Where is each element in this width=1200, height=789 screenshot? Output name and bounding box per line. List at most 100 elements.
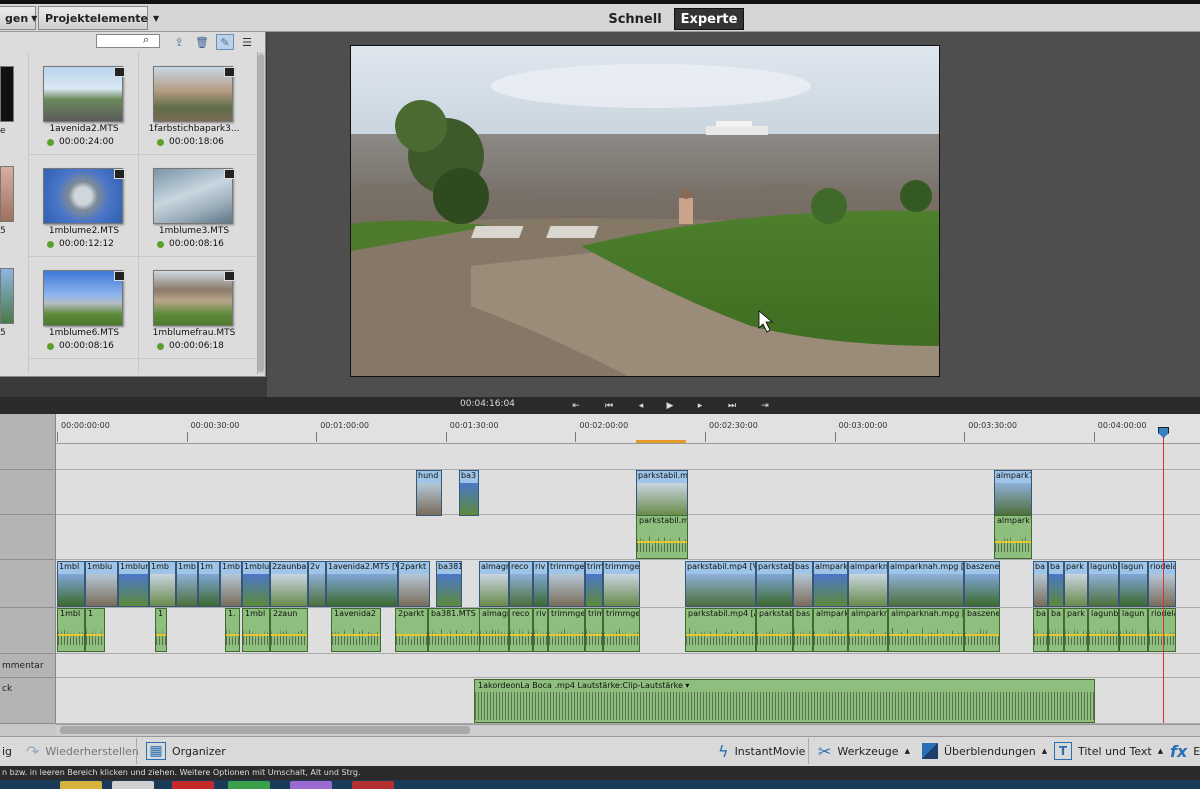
main-video-clip[interactable]: ba	[1033, 561, 1048, 607]
panel-options-icon[interactable]: ☰	[238, 34, 256, 50]
main-audio-clip[interactable]: 1	[85, 608, 105, 652]
main-audio-clip[interactable]: 1mbl	[57, 608, 85, 652]
panel-menu-dropdown[interactable]: gen ▼	[0, 6, 37, 30]
timeline-scrollbar-thumb[interactable]	[60, 726, 470, 734]
main-audio-clip[interactable]: almparkn	[848, 608, 888, 652]
main-video-clip[interactable]: baszene	[964, 561, 1000, 607]
effects-button[interactable]: fx E	[1170, 736, 1200, 766]
main-audio-clip[interactable]: ba	[1048, 608, 1064, 652]
titles-button[interactable]: T Titel und Text ▲	[1054, 736, 1163, 766]
main-audio-clip[interactable]: baszene	[964, 608, 1000, 652]
search-input[interactable]	[96, 34, 160, 48]
taskbar-app[interactable]	[172, 781, 214, 789]
taskbar-app[interactable]	[112, 781, 154, 789]
main-video-clip[interactable]: riodela	[1148, 561, 1176, 607]
main-audio-clip[interactable]: ba	[1033, 608, 1048, 652]
main-audio-clip[interactable]: 1	[155, 608, 167, 652]
asset-item[interactable]: 1mblume6.MTS 00:00:08:16	[29, 268, 139, 368]
organizer-button[interactable]: ▦ Organizer	[146, 736, 226, 766]
main-video-clip[interactable]: ba	[1048, 561, 1064, 607]
main-video-clip[interactable]: parkstabi	[756, 561, 793, 607]
main-audio-clip[interactable]: lagunb	[1088, 608, 1119, 652]
main-video-clip[interactable]: trimmger	[548, 561, 585, 607]
skip-to-start-icon[interactable]: ⏮	[601, 399, 617, 412]
overlay-video-clip[interactable]: almpark7...	[994, 470, 1032, 516]
main-audio-clip[interactable]: trimmger	[548, 608, 585, 652]
mode-expert-button[interactable]: Experte	[674, 8, 744, 30]
mode-quick-button[interactable]: Schnell	[600, 8, 670, 30]
video-preview[interactable]	[350, 45, 940, 377]
main-video-clip[interactable]: 1mb	[220, 561, 242, 607]
asset-item[interactable]: 1avenida2.MTS 00:00:24:00	[29, 64, 139, 164]
main-video-clip[interactable]: almparkn	[848, 561, 888, 607]
main-video-clip[interactable]: 1mb	[149, 561, 176, 607]
main-video-clip[interactable]: trim	[585, 561, 603, 607]
asset-item[interactable]: 1mblume3.MTS 00:00:08:16	[139, 166, 249, 266]
main-video-clip[interactable]: ba381	[436, 561, 462, 607]
main-audio-clip[interactable]: ba381.MTS [A]	[428, 608, 480, 652]
main-audio-clip[interactable]: riv	[533, 608, 548, 652]
main-video-clip[interactable]: 1m	[198, 561, 220, 607]
main-video-clip[interactable]: 2zaunba	[270, 561, 308, 607]
main-video-clip[interactable]: parkstabil.mp4 [V]	[685, 561, 756, 607]
track-header-comment[interactable]: mmentar	[0, 654, 56, 678]
import-icon[interactable]: ⇪	[170, 34, 188, 50]
overlay-audio-clip[interactable]: almpark7...	[994, 515, 1032, 559]
main-video-clip[interactable]: riv	[533, 561, 548, 607]
asset-item[interactable]: 1mblume2.MTS 00:00:12:12	[29, 166, 139, 266]
skip-to-end-icon[interactable]: ⏭	[724, 399, 740, 412]
overlay-video-clip[interactable]: hund	[416, 470, 442, 516]
partial-thumbnail[interactable]	[0, 66, 14, 122]
main-video-clip[interactable]: 1mb	[176, 561, 198, 607]
instantmovie-button[interactable]: ϟ InstantMovie	[718, 736, 805, 766]
main-video-clip[interactable]: reco	[509, 561, 533, 607]
taskbar-app[interactable]	[60, 781, 102, 789]
step-back-icon[interactable]: ◂	[633, 399, 649, 412]
go-to-next-edit-icon[interactable]: ⇥	[757, 399, 773, 412]
step-forward-icon[interactable]: ▸	[692, 399, 708, 412]
time-ruler[interactable]: 00:00:00:00 00:00:30:00 00:01:00:00 00:01:3…	[56, 414, 1200, 444]
search-icon[interactable]: ⌕	[143, 33, 149, 47]
taskbar-app[interactable]	[290, 781, 332, 789]
project-elements-dropdown[interactable]: Projektelemente ▼	[38, 6, 159, 30]
overlay-video-clip[interactable]: parkstabil.mp	[636, 470, 688, 516]
overlay-audio-clip[interactable]: parkstabil.mp	[636, 515, 688, 559]
main-video-clip[interactable]: almpark	[813, 561, 848, 607]
main-audio-clip[interactable]: almpark	[813, 608, 848, 652]
main-audio-clip[interactable]: parkstabi	[756, 608, 793, 652]
redo-button[interactable]: ↷ Wiederherstellen	[26, 736, 139, 766]
track-header-soundtrack[interactable]: ck	[0, 678, 56, 724]
main-audio-clip[interactable]: almparknah.mpg [A]	[888, 608, 964, 652]
main-audio-clip[interactable]: trimmger	[603, 608, 640, 652]
playhead-line[interactable]	[1163, 427, 1164, 723]
track-header[interactable]	[0, 515, 56, 560]
track-header[interactable]	[0, 608, 56, 654]
main-audio-clip[interactable]: 1mbl	[242, 608, 270, 652]
main-video-clip[interactable]: 1mblum	[118, 561, 149, 607]
main-audio-clip[interactable]: 2zaun	[270, 608, 308, 652]
asset-item[interactable]: 1mblumefrau.MTS 00:00:06:18	[139, 268, 249, 368]
main-video-clip[interactable]: almparknah.mpg [V]	[888, 561, 964, 607]
main-video-clip[interactable]: 1mblu	[85, 561, 118, 607]
main-video-clip[interactable]: 2parkt	[398, 561, 430, 607]
track-header[interactable]	[0, 560, 56, 608]
main-audio-clip[interactable]: park	[1064, 608, 1088, 652]
tools-button[interactable]: ✂ Werkzeuge ▲	[818, 736, 910, 766]
taskbar-app[interactable]	[228, 781, 270, 789]
main-video-clip[interactable]: 2v	[308, 561, 326, 607]
main-audio-clip[interactable]: trim	[585, 608, 603, 652]
go-to-previous-edit-icon[interactable]: ⇤	[568, 399, 584, 412]
main-audio-clip[interactable]: bas	[793, 608, 813, 652]
play-icon[interactable]: ▶	[662, 399, 678, 412]
main-video-clip[interactable]: lagun	[1119, 561, 1148, 607]
track-header[interactable]	[0, 470, 56, 515]
partial-thumbnail[interactable]	[0, 166, 14, 222]
main-audio-clip[interactable]: parkstabil.mp4 [A]	[685, 608, 756, 652]
main-audio-clip[interactable]: almagr	[479, 608, 509, 652]
transitions-button[interactable]: Überblendungen ▲	[922, 736, 1047, 766]
main-audio-clip[interactable]: 1.	[225, 608, 240, 652]
track-header[interactable]	[0, 444, 56, 470]
overlay-video-clip[interactable]: ba3	[459, 470, 479, 516]
main-video-clip[interactable]: trimmger	[603, 561, 640, 607]
main-video-clip[interactable]: 1mblu	[242, 561, 270, 607]
